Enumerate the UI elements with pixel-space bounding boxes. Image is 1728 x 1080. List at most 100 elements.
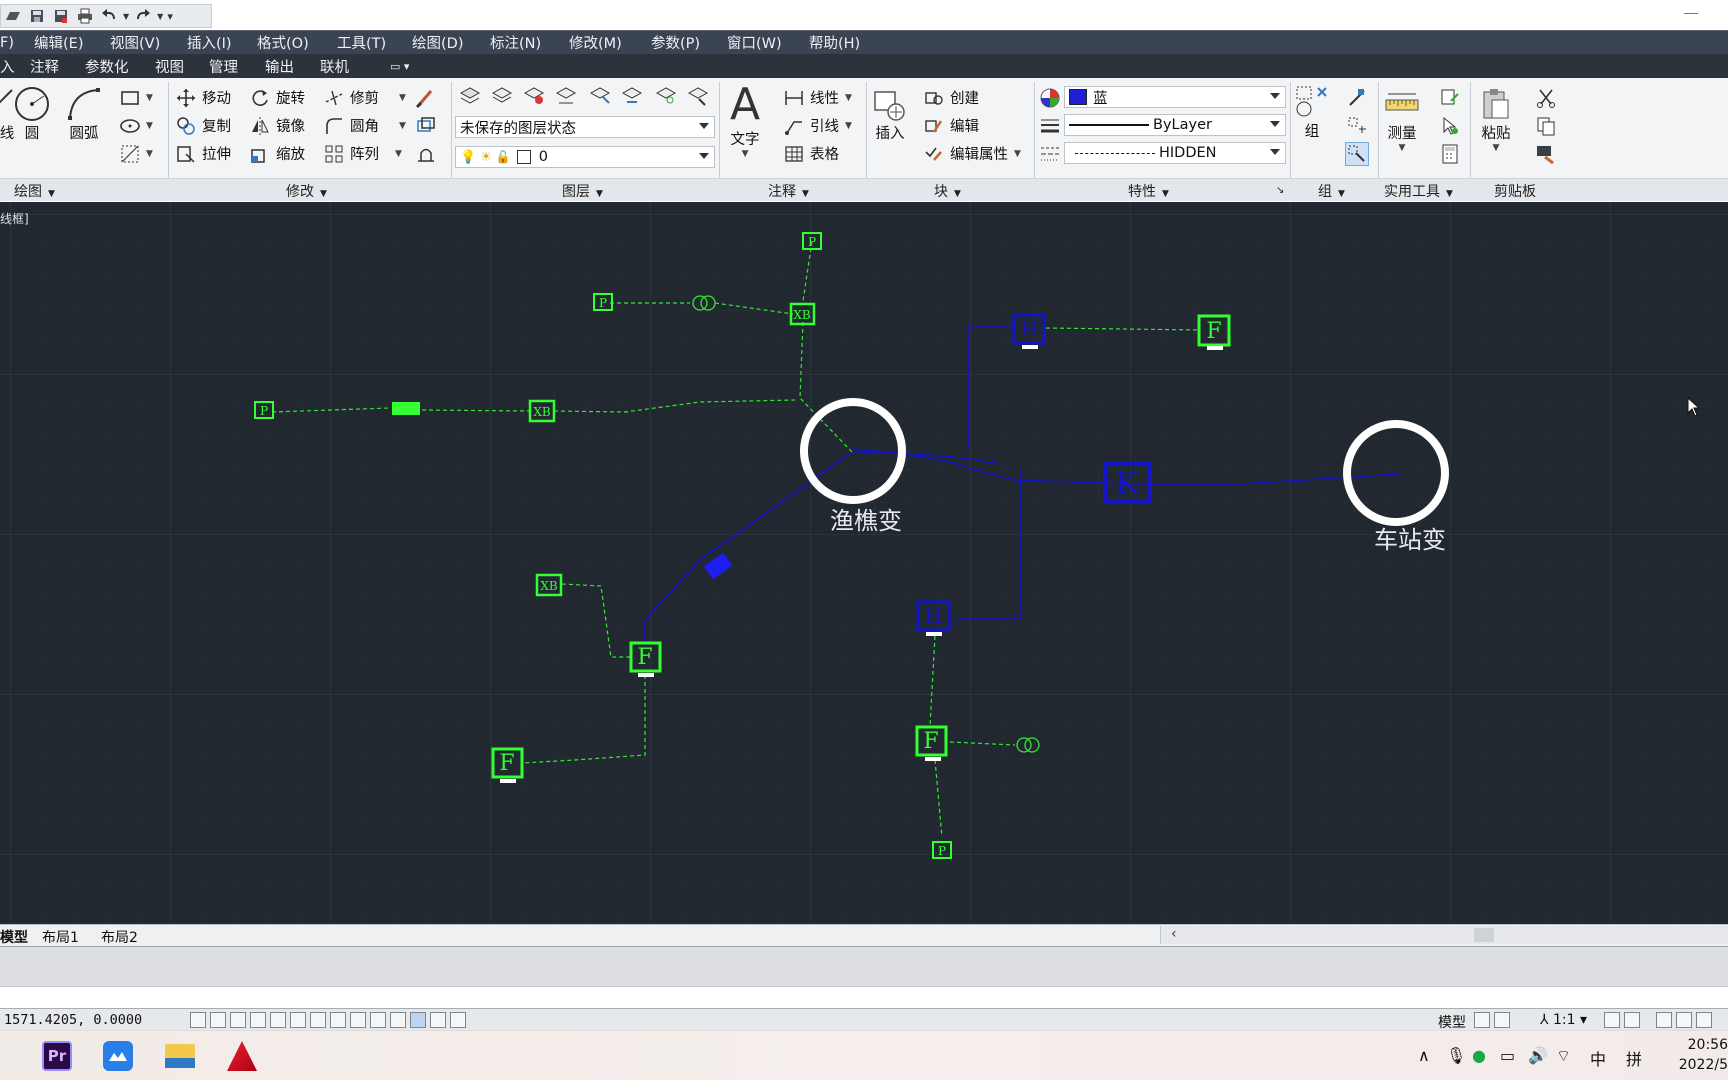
microphone-icon[interactable]: 🎙	[1446, 1046, 1466, 1065]
group-panel-title[interactable]: 组 ▼	[1318, 181, 1345, 201]
properties-panel-title[interactable]: 特性 ▼	[1128, 181, 1169, 201]
layer-tool-icon-2[interactable]	[490, 84, 514, 108]
snap-mode-icon[interactable]	[210, 1012, 226, 1028]
draw-panel-title[interactable]: 绘图 ▼	[14, 181, 55, 201]
hatch-dropdown-icon[interactable]: ▼	[146, 149, 153, 159]
volume-icon[interactable]: 🔊	[1528, 1046, 1548, 1065]
ime-mode-indicator[interactable]: 拼	[1626, 1046, 1642, 1070]
ime-language-indicator[interactable]: 中	[1590, 1046, 1606, 1070]
arc-tool[interactable]: 圆弧	[66, 86, 102, 143]
menu-file[interactable]: F)	[0, 35, 14, 51]
tab-layout1[interactable]: 布局1	[42, 927, 79, 947]
tab-insert[interactable]: 入	[0, 56, 15, 77]
node-f-lower-left[interactable]: F	[491, 747, 524, 783]
rectangle-icon[interactable]	[118, 86, 142, 110]
layers-panel-title[interactable]: 图层 ▼	[562, 181, 603, 201]
block-panel-title[interactable]: 块 ▼	[934, 181, 961, 201]
linetype-icon[interactable]	[1038, 142, 1062, 166]
leader-button[interactable]: 引线 ▼	[784, 115, 852, 136]
group-selection-icon[interactable]	[1345, 142, 1369, 166]
menu-draw[interactable]: 绘图(D)	[412, 32, 463, 53]
tab-parametric[interactable]: 参数化	[85, 56, 129, 77]
stretch-button[interactable]: 拉伸	[176, 143, 231, 164]
fillet-dropdown-icon[interactable]: ▼	[399, 121, 406, 131]
tab-online[interactable]: 联机	[320, 56, 349, 77]
copy-clip-icon[interactable]	[1534, 114, 1558, 138]
ortho-mode-icon[interactable]	[250, 1012, 266, 1028]
node-h-lower[interactable]: H	[916, 600, 951, 636]
workspace-gear-icon[interactable]	[1656, 1012, 1672, 1028]
scroll-left-icon[interactable]: ‹	[1171, 926, 1177, 942]
object-snap-tracking-icon[interactable]	[330, 1012, 346, 1028]
node-p-bottom[interactable]: P	[932, 841, 952, 859]
match-brush-icon[interactable]	[1534, 142, 1558, 166]
mirror-button[interactable]: 镜像	[250, 115, 305, 136]
rectangle-dropdown-icon[interactable]: ▼	[146, 93, 153, 103]
copy-button[interactable]: 复制	[176, 115, 231, 136]
properties-launcher-icon[interactable]: ↘	[1276, 185, 1284, 196]
transformer-icon[interactable]	[1016, 737, 1040, 753]
substation-circle-yuqiao[interactable]	[800, 398, 906, 504]
array-button[interactable]: 阵列 ▼	[324, 143, 402, 164]
insert-block-tool[interactable]: 插入	[872, 86, 908, 143]
layer-tool-icon-5[interactable]	[588, 84, 612, 108]
group-tool[interactable]: 组	[1294, 84, 1330, 141]
substation-circle-chezhan[interactable]	[1343, 420, 1449, 526]
layer-tool-icon-7[interactable]	[654, 84, 678, 108]
node-p-upper-left[interactable]: P	[593, 293, 613, 311]
fillet-button[interactable]: 圆角 ▼	[324, 115, 406, 136]
measure-tool[interactable]: 测量 ▼	[1384, 86, 1420, 153]
annotation-panel-title[interactable]: 注释 ▼	[768, 181, 809, 201]
group-edit-icon[interactable]	[1345, 114, 1369, 138]
menu-help[interactable]: 帮助(H)	[809, 32, 860, 53]
erase-brush-icon[interactable]	[414, 86, 438, 110]
match-properties-icon[interactable]	[1038, 86, 1062, 110]
layer-select[interactable]: 💡 ☀ 🔓 0	[455, 146, 715, 168]
calculator-icon[interactable]	[1438, 142, 1462, 166]
menu-view[interactable]: 视图(V)	[110, 32, 160, 53]
layer-tool-icon-8[interactable]	[686, 84, 710, 108]
layer-properties-icon[interactable]	[458, 84, 482, 108]
tab-layout2[interactable]: 布局2	[101, 927, 138, 947]
modify-panel-title[interactable]: 修改 ▼	[286, 181, 327, 201]
wifi-icon[interactable]: ⌔	[1556, 1046, 1571, 1066]
utilities-panel-title[interactable]: 实用工具 ▼	[1384, 181, 1453, 201]
paste-tool[interactable]: 粘贴 ▼	[1478, 86, 1514, 153]
transformer-icon[interactable]	[692, 295, 716, 311]
measure-dropdown-icon[interactable]: ▼	[1399, 143, 1406, 153]
dynamic-ucs-icon[interactable]	[350, 1012, 366, 1028]
linear-dropdown-icon[interactable]: ▼	[845, 93, 852, 103]
tab-annotate[interactable]: 注释	[30, 56, 59, 77]
lineweight-select[interactable]: ByLayer	[1064, 114, 1286, 136]
layer-tool-icon-4[interactable]	[554, 84, 578, 108]
show-lineweight-icon[interactable]	[390, 1012, 406, 1028]
save-icon[interactable]	[27, 7, 47, 25]
rotate-button[interactable]: 旋转	[250, 87, 305, 108]
quick-view-drawings-icon[interactable]	[1494, 1012, 1510, 1028]
save-as-icon[interactable]	[51, 7, 71, 25]
3d-object-snap-icon[interactable]	[310, 1012, 326, 1028]
ellipse-icon[interactable]	[118, 114, 142, 138]
array-dropdown-icon[interactable]: ▼	[395, 149, 402, 159]
tab-output[interactable]: 输出	[265, 56, 294, 77]
move-button[interactable]: 移动	[176, 87, 231, 108]
open-icon[interactable]	[3, 7, 23, 25]
explode-icon[interactable]	[414, 142, 438, 166]
tab-manage[interactable]: 管理	[209, 56, 238, 77]
menu-parametric[interactable]: 参数(P)	[651, 32, 700, 53]
quick-select-icon[interactable]	[1438, 86, 1462, 110]
redo-dropdown-icon[interactable]: ▼	[157, 12, 163, 21]
minimize-button[interactable]	[1682, 6, 1700, 20]
dynamic-input-icon[interactable]	[370, 1012, 386, 1028]
blue-switch-block[interactable]	[703, 552, 733, 580]
selection-cycling-icon[interactable]	[450, 1012, 466, 1028]
command-input[interactable]	[0, 986, 1728, 1008]
customize-qat-icon[interactable]: ▾	[167, 10, 173, 23]
create-block-button[interactable]: 创建	[924, 87, 979, 108]
node-xb-left[interactable]: XB	[528, 399, 556, 423]
menu-modify[interactable]: 修改(M)	[569, 32, 622, 53]
text-tool[interactable]: A 文字 ▼	[730, 82, 760, 160]
menu-tools[interactable]: 工具(T)	[337, 32, 386, 53]
clipboard-panel-title[interactable]: 剪贴板	[1494, 181, 1536, 201]
node-p-left[interactable]: P	[254, 401, 274, 419]
